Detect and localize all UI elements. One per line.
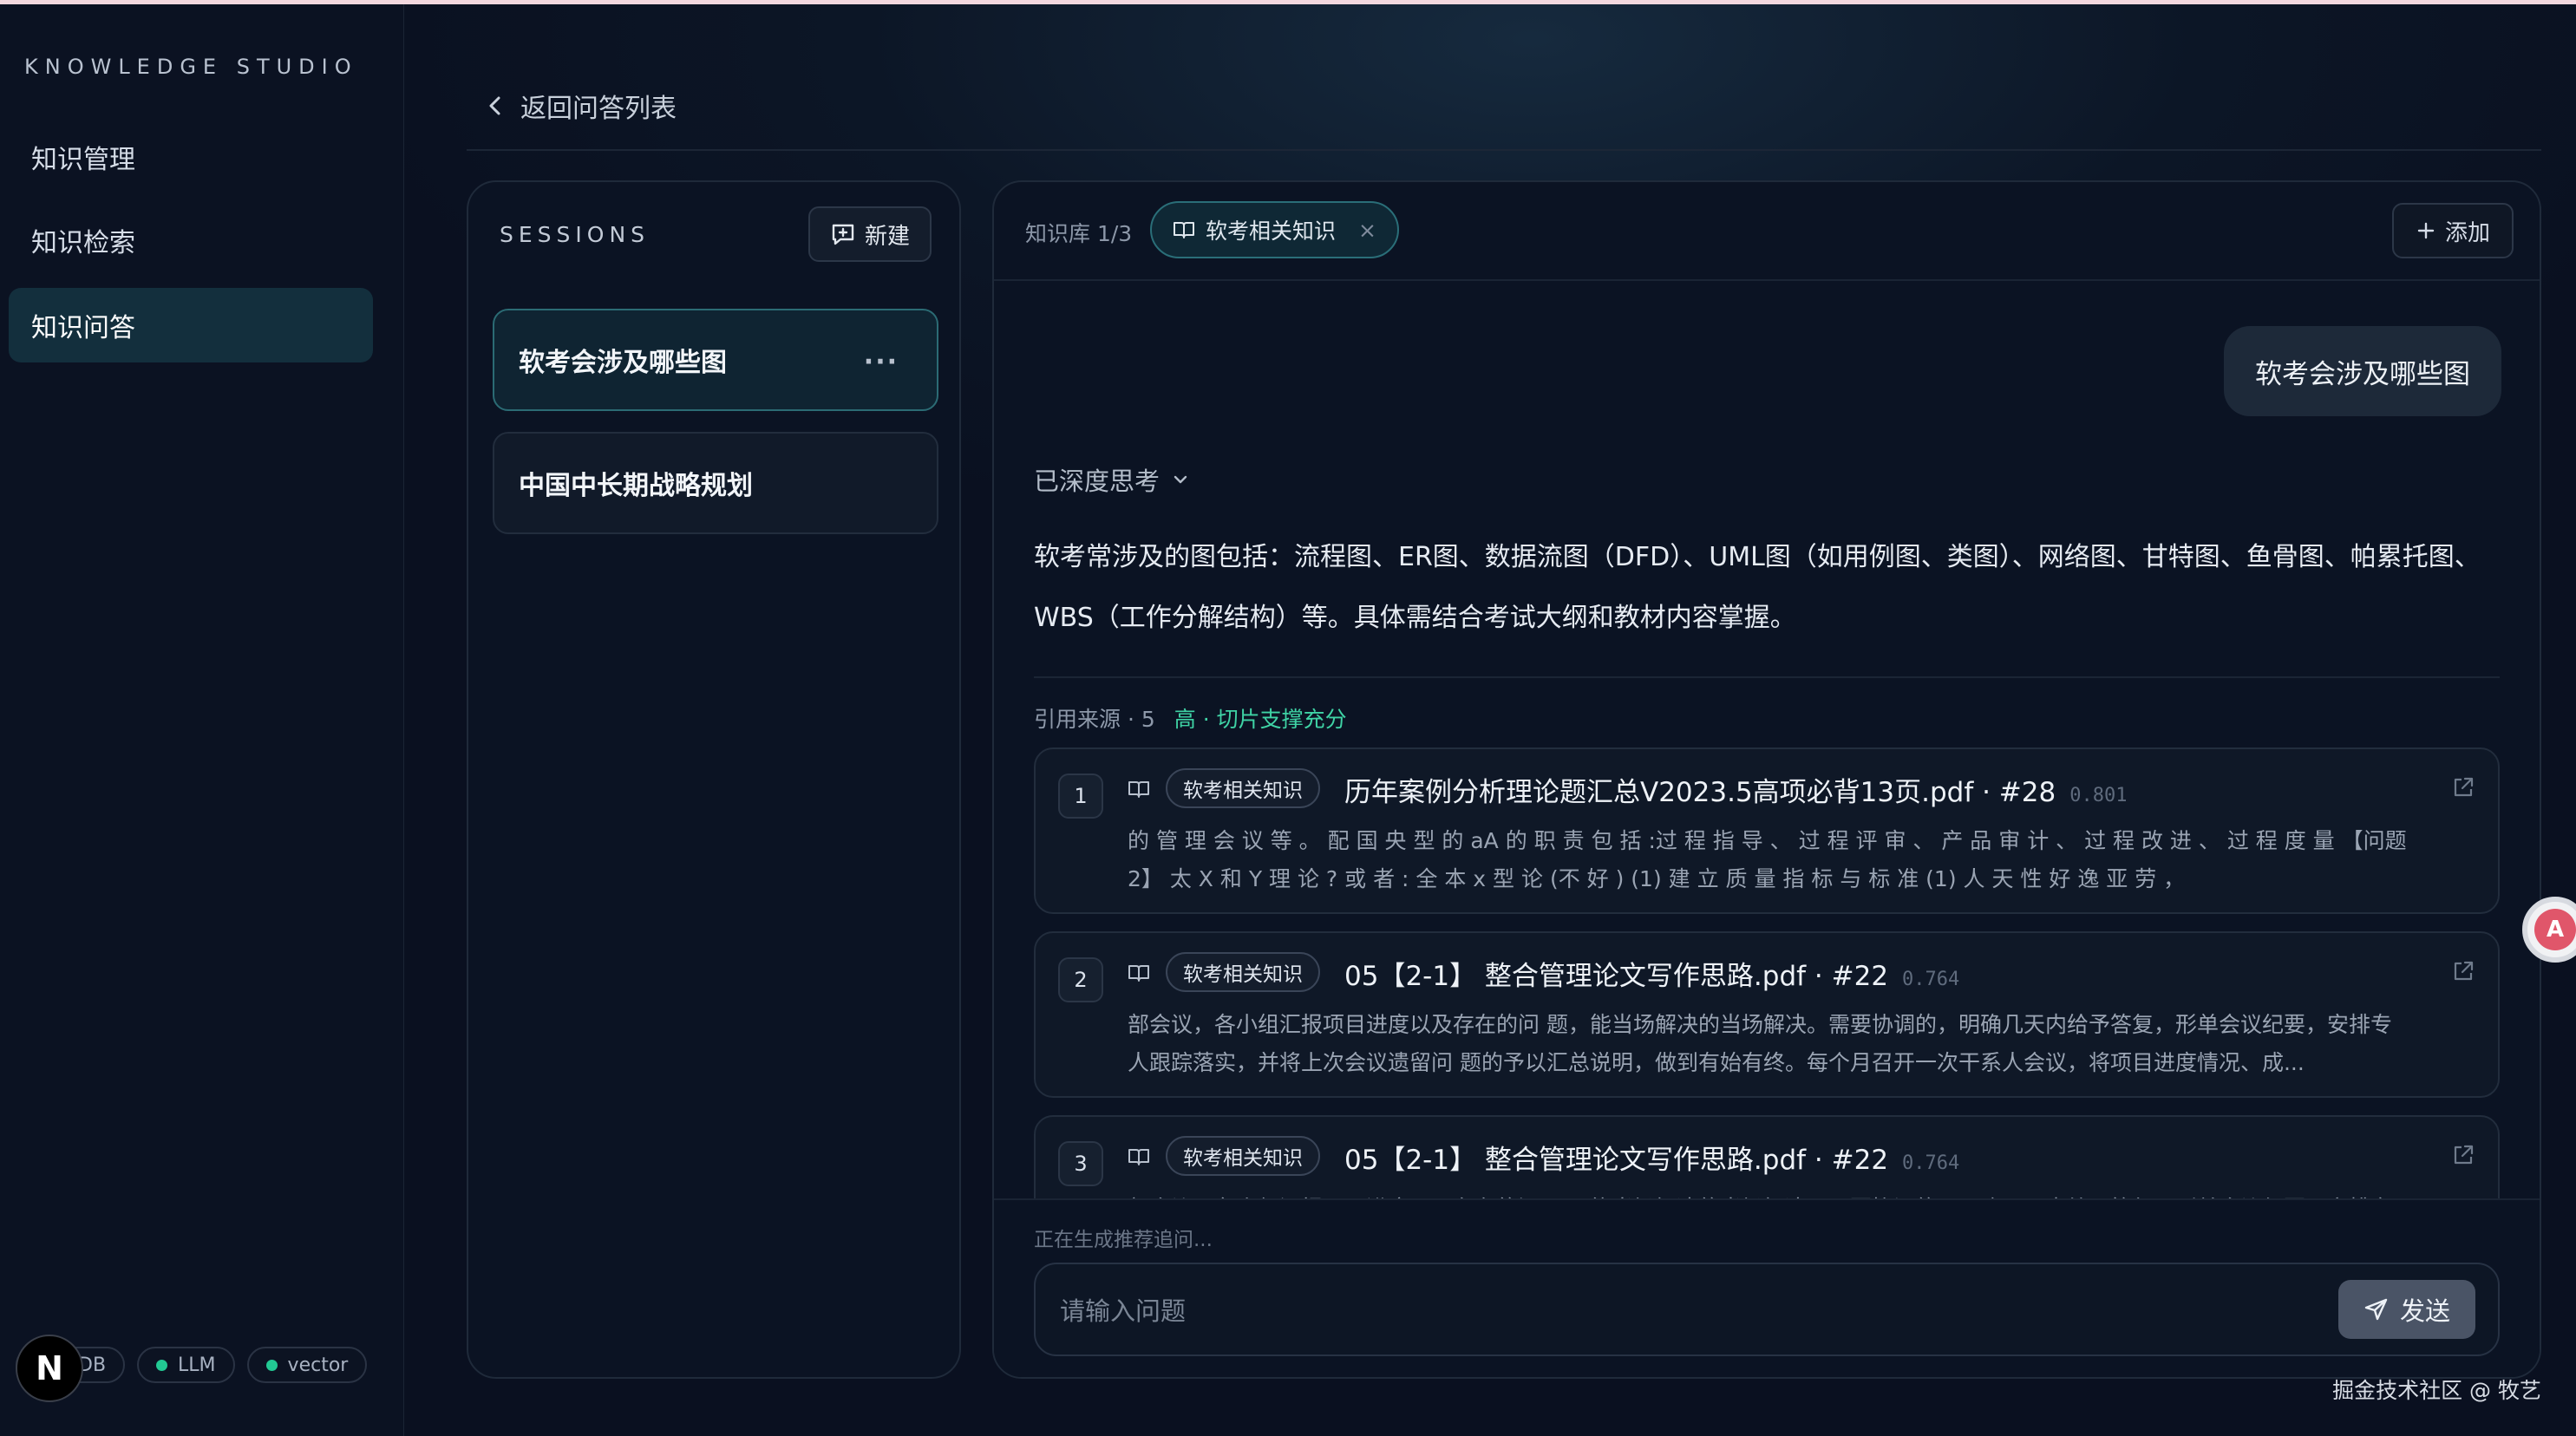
- citation-score: 0.764: [1902, 969, 1960, 990]
- watermark: 掘金技术社区 @ 牧艺: [2332, 1378, 2541, 1403]
- back-to-list-link[interactable]: 返回问答列表: [486, 87, 677, 125]
- user-message-bubble: 软考会涉及哪些图: [2224, 326, 2501, 416]
- new-session-label: 新建: [864, 223, 910, 250]
- status-pill-label: LLM: [178, 1354, 216, 1376]
- citation-snippet: 部会议，各小组汇报项目进度以及存在的问 题，能当场解决的当场解决。需要协调的，明…: [1128, 1190, 2411, 1198]
- assistant-answer: 软考常涉及的图包括：流程图、ER图、数据流图（DFD）、UML图（如用例图、类图…: [1034, 542, 2481, 633]
- add-label: 添加: [2444, 219, 2490, 246]
- thinking-toggle[interactable]: 已深度思考: [1034, 461, 1189, 498]
- citations-count: 引用来源 · 5: [1034, 707, 1155, 732]
- citation-number: 2: [1058, 957, 1103, 1002]
- chevron-down-icon: [1174, 475, 1187, 484]
- send-button[interactable]: 发送: [2338, 1280, 2475, 1339]
- sidebar: KNOWLEDGE STUDIO 知识管理 知识检索 知识问答: [0, 4, 404, 1436]
- citation-score: 0.764: [1902, 1152, 1960, 1174]
- session-item-label: 中国中长期战略规划: [519, 471, 753, 501]
- nav-item-label: 知识问答: [31, 313, 135, 343]
- citation-title-text: 05【2-1】 整合管理论文写作思路.pdf · #22: [1344, 1145, 1889, 1176]
- citation-snippet: 部会议，各小组汇报项目进度以及存在的问 题，能当场解决的当场解决。需要协调的，明…: [1128, 1012, 2392, 1075]
- question-input[interactable]: [1060, 1289, 2274, 1334]
- book-icon: [1174, 222, 1194, 238]
- nav-item-label: 知识管理: [31, 145, 135, 175]
- suggestion-status: 正在生成推荐追问...: [1034, 1229, 1213, 1251]
- status-dot-icon: [156, 1359, 168, 1371]
- add-knowledge-base-button[interactable]: 添加: [2392, 203, 2514, 258]
- status-pill-vector: vector: [246, 1347, 368, 1383]
- citation-kb-tag: 软考相关知识: [1166, 1136, 1320, 1176]
- n-logo-button[interactable]: N: [16, 1335, 83, 1402]
- chat-input-area: 正在生成推荐追问... 发送: [994, 1198, 2540, 1377]
- external-link-icon[interactable]: [2451, 959, 2475, 983]
- user-message-text: 软考会涉及哪些图: [2255, 358, 2470, 390]
- citation-snippet: 的 管 理 会 议 等 。 配 国 央 型 的 aA 的 职 责 包 括 :过 …: [1128, 828, 2407, 891]
- send-icon: [2364, 1298, 2388, 1321]
- knowledge-base-chip-label: 软考相关知识: [1206, 219, 1337, 244]
- citation-number: 1: [1058, 773, 1103, 819]
- citation-title-text: 05【2-1】 整合管理论文写作思路.pdf · #22: [1344, 961, 1889, 992]
- citation-title: 05【2-1】 整合管理论文写作思路.pdf · #22 0.764: [1344, 1138, 1959, 1177]
- nav-item-knowledge-management[interactable]: 知识管理: [9, 120, 373, 194]
- citation-score: 0.801: [2069, 785, 2128, 806]
- sessions-title: SESSIONS: [500, 222, 651, 247]
- more-options-icon[interactable]: ···: [864, 347, 899, 377]
- citation-title: 05【2-1】 整合管理论文写作思路.pdf · #22 0.764: [1344, 954, 1959, 993]
- brand-title: KNOWLEDGE STUDIO: [24, 55, 358, 79]
- back-label: 返回问答列表: [520, 94, 677, 124]
- status-pill-label: vector: [287, 1354, 349, 1376]
- answer-divider: [1034, 676, 2500, 678]
- citation-title: 历年案例分析理论题汇总V2023.5高项必背13页.pdf · #28 0.801: [1344, 770, 2127, 809]
- nav-item-knowledge-qa[interactable]: 知识问答: [9, 288, 373, 362]
- sessions-panel: SESSIONS 新建 软考会涉及哪些图 ··· 中国中长期战略规划: [467, 180, 961, 1379]
- knowledge-base-bar: 知识库 1/3 软考相关知识 × 添加: [994, 182, 2540, 281]
- book-icon: [1128, 965, 1149, 982]
- status-dot-icon: [265, 1359, 278, 1371]
- question-input-box: 发送: [1034, 1263, 2500, 1356]
- send-label: 发送: [2399, 1296, 2450, 1326]
- book-icon: [1128, 781, 1149, 798]
- new-session-button[interactable]: 新建: [808, 206, 932, 262]
- external-link-icon[interactable]: [2451, 775, 2475, 800]
- knowledge-base-count: 知识库 1/3: [1025, 221, 1133, 246]
- citation-kb-tag: 软考相关知识: [1166, 768, 1320, 808]
- citation-card[interactable]: 2 软考相关知识 05【2-1】 整合管理论文写作思路.pdf · #22 0.7…: [1034, 931, 2500, 1098]
- close-icon[interactable]: ×: [1358, 218, 1376, 243]
- header-divider: [467, 149, 2541, 151]
- status-pill-llm: LLM: [137, 1347, 235, 1383]
- chat-panel: 知识库 1/3 软考相关知识 × 添加 软考会涉及哪些图 已深度思考 软考常涉及…: [992, 180, 2541, 1379]
- nav-item-knowledge-search[interactable]: 知识检索: [9, 203, 373, 277]
- nav-item-label: 知识检索: [31, 228, 135, 258]
- citation-card[interactable]: 3 软考相关知识 05【2-1】 整合管理论文写作思路.pdf · #22 0.7…: [1034, 1115, 2500, 1198]
- external-link-icon[interactable]: [2451, 1143, 2475, 1167]
- session-item-active[interactable]: 软考会涉及哪些图 ···: [493, 309, 938, 411]
- translate-icon: A: [2534, 909, 2576, 950]
- citation-kb-tag: 软考相关知识: [1166, 952, 1320, 992]
- citations-quality-badge: 高 · 切片支撑充分: [1174, 707, 1347, 732]
- n-logo-letter: N: [36, 1349, 63, 1387]
- session-item[interactable]: 中国中长期战略规划: [493, 432, 938, 534]
- knowledge-base-chip[interactable]: 软考相关知识 ×: [1150, 201, 1399, 258]
- book-icon: [1128, 1149, 1149, 1165]
- citation-card[interactable]: 1 软考相关知识 历年案例分析理论题汇总V2023.5高项必背13页.pdf ·…: [1034, 747, 2500, 914]
- new-chat-icon: [832, 224, 854, 245]
- citations-header: 引用来源 · 5 高 · 切片支撑充分: [1034, 702, 1347, 734]
- session-item-label: 软考会涉及哪些图: [519, 348, 727, 378]
- citation-title-text: 历年案例分析理论题汇总V2023.5高项必背13页.pdf · #28: [1344, 777, 2056, 808]
- thinking-label: 已深度思考: [1034, 467, 1161, 496]
- citation-number: 3: [1058, 1141, 1103, 1186]
- plus-icon: [2417, 222, 2435, 239]
- citations-list: 1 软考相关知识 历年案例分析理论题汇总V2023.5高项必背13页.pdf ·…: [1034, 747, 2500, 1198]
- chevron-left-icon: [489, 96, 500, 115]
